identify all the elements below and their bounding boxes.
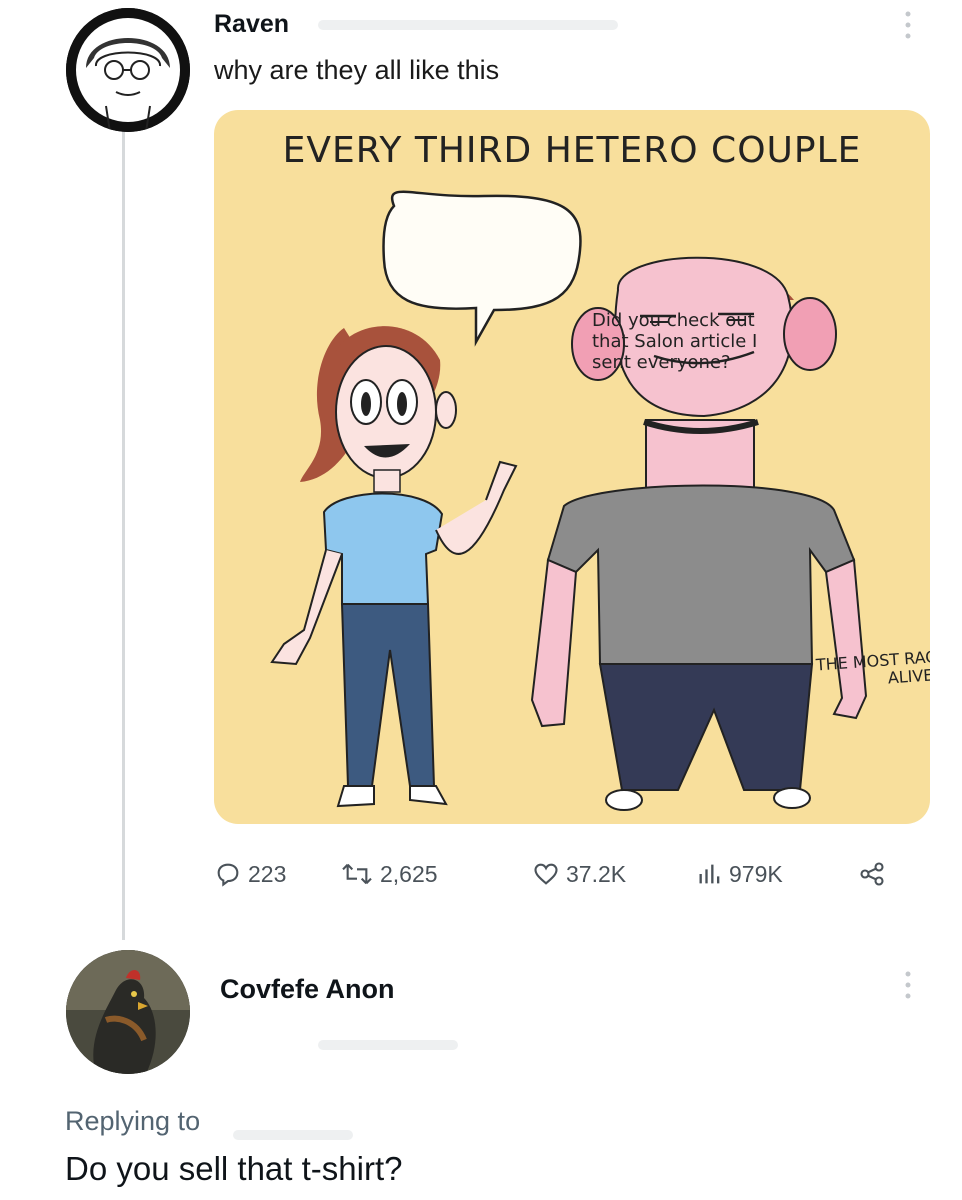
thread-connector — [122, 130, 125, 940]
retweet-icon — [342, 863, 372, 885]
share-icon — [860, 862, 884, 886]
heart-icon — [534, 863, 558, 885]
retweet-button[interactable]: 2,625 — [340, 860, 438, 888]
retweet-count: 2,625 — [380, 860, 438, 887]
comic-illustration — [270, 190, 868, 811]
covfefe-avatar[interactable] — [66, 950, 190, 1074]
replying-to-label: Replying to — [65, 1106, 201, 1136]
more-vertical-icon[interactable] — [903, 968, 913, 1002]
speech-bubble-text: Did you check out that Salon article I s… — [592, 310, 758, 373]
share-button[interactable] — [858, 860, 886, 888]
blurred-handle — [318, 1040, 458, 1050]
raven-avatar[interactable] — [66, 8, 190, 132]
tweet-author-name[interactable]: Raven — [214, 10, 289, 39]
views-icon — [699, 864, 720, 884]
blurred-mention — [233, 1130, 353, 1140]
tweet-text: why are they all like this — [214, 55, 500, 85]
like-button[interactable]: 37.2K — [532, 860, 626, 888]
tweet-thread: Raven why are they all like this EVERY T… — [18, 0, 944, 1200]
reply-button[interactable]: 223 — [214, 860, 286, 888]
tweet-actions: 223 2,625 37.2K 979K — [214, 860, 914, 896]
reply-count: 223 — [248, 860, 287, 887]
views-count: 979K — [729, 860, 783, 887]
more-vertical-icon[interactable] — [903, 8, 913, 42]
reply-text: Do you sell that t-shirt? — [65, 1150, 403, 1187]
blurred-handle — [318, 20, 618, 30]
reply-icon — [217, 863, 239, 887]
views-button[interactable]: 979K — [697, 860, 783, 888]
like-count: 37.2K — [566, 860, 627, 887]
reply-author-name[interactable]: Covfefe Anon — [220, 974, 395, 1005]
comic-title: EVERY THIRD HETERO COUPLE — [282, 130, 862, 171]
comic-image[interactable]: EVERY THIRD HETERO COUPLE Did you check … — [214, 110, 930, 824]
